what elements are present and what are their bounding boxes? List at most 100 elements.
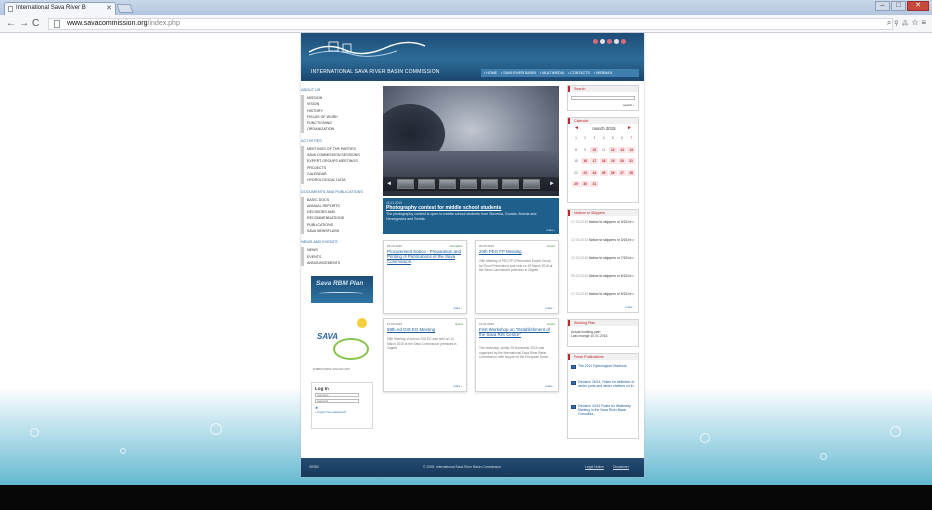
calendar-day[interactable]: 4 xyxy=(600,135,608,141)
calendar-day[interactable]: 26 xyxy=(608,169,617,176)
password-input[interactable]: password xyxy=(315,399,359,403)
calendar-day[interactable]: 13 xyxy=(618,146,626,153)
card-more-link[interactable]: more › xyxy=(545,306,554,310)
slider-next-icon[interactable]: ► xyxy=(549,181,555,187)
nav-sava-river-basin[interactable]: • SAVA RIVER BASIN xyxy=(501,71,536,75)
calendar-day[interactable]: 17 xyxy=(590,158,599,164)
notice-item[interactable]: 09.03.2015 Notice to skippers nr 6/15-hr… xyxy=(571,274,637,278)
calendar-day[interactable]: 31 xyxy=(590,181,599,187)
calendar-day[interactable]: 23 xyxy=(581,169,590,176)
slide-thumbnail[interactable] xyxy=(481,179,498,189)
publication-item[interactable]: The 2011 Hydrological Yearbook xyxy=(571,364,637,369)
slide-thumbnail[interactable] xyxy=(418,179,435,189)
card-title[interactable]: 59th Ad GIS EG Meeting xyxy=(387,327,463,333)
menu-item[interactable]: HYDROLOGICAL DATA xyxy=(307,177,380,183)
window-close-icon[interactable]: ✕ xyxy=(907,1,929,11)
reload-icon[interactable]: C xyxy=(32,18,39,29)
menu-icon[interactable]: ≡ xyxy=(921,18,929,27)
notice-item[interactable]: 10.03.2015 Notice to skippers nr 7/15-hr… xyxy=(571,256,637,260)
working-plan-title: Working Plan xyxy=(568,320,638,326)
calendar-day[interactable]: 9 xyxy=(581,147,589,153)
legal-notice-link[interactable]: Legal Notice xyxy=(585,465,604,469)
sava-logo-icon[interactable] xyxy=(307,38,427,60)
calendar-day[interactable]: 11 xyxy=(600,147,608,153)
nav-multimedia[interactable]: • MULTIMEDIA xyxy=(540,71,564,75)
card-more-link[interactable]: more › xyxy=(545,384,554,388)
menu-item[interactable]: ANNOUNCEMENTS xyxy=(307,260,380,266)
notices-more-link[interactable]: more › xyxy=(625,305,634,309)
card-more-link[interactable]: more › xyxy=(453,384,462,388)
notice-item[interactable]: 17.03.2015 Notice to skippers nr 3/15-hr… xyxy=(571,220,637,224)
calendar-day[interactable]: 16 xyxy=(581,158,590,164)
slide-thumbnail[interactable] xyxy=(397,179,414,189)
publication-item[interactable]: Decision 43/14 Rules for Waterway Markin… xyxy=(571,404,637,417)
flag-icon[interactable] xyxy=(621,39,626,44)
sava-day-banner[interactable]: SAVA INTERNATIONAL SAVA DAY 2015 xyxy=(311,310,373,378)
working-plan-text[interactable]: Actual working plan Last change 10.01.20… xyxy=(571,330,637,339)
notice-item[interactable]: 17.03.2015 Notice to skippers nr 5/15-hr… xyxy=(571,292,637,296)
nav-webmail[interactable]: • WEBMAIL xyxy=(594,71,613,75)
close-tab-icon[interactable]: ✕ xyxy=(106,3,112,14)
maximize-icon[interactable]: □ xyxy=(891,1,906,11)
calendar-day[interactable]: 20 xyxy=(618,158,626,164)
translate-icon[interactable]: ⁂ xyxy=(901,18,911,27)
menu-item[interactable]: ORGANIZATION xyxy=(307,126,380,132)
calendar-day[interactable]: 22 xyxy=(572,170,580,176)
card-title[interactable]: 20th PEG FP Meeting xyxy=(479,249,555,255)
calendar-day[interactable]: 12 xyxy=(608,146,617,153)
calendar-day[interactable]: 14 xyxy=(627,146,636,153)
bookmark-star-icon[interactable]: ☆ xyxy=(912,18,922,27)
new-tab-button[interactable] xyxy=(116,4,134,13)
search-input[interactable] xyxy=(571,96,635,100)
card-title[interactable]: Procurement Notice - Preparation and Pri… xyxy=(387,249,463,264)
slide-thumbnail[interactable] xyxy=(502,179,519,189)
flag-icon[interactable] xyxy=(600,39,605,44)
slide-thumbnail[interactable] xyxy=(439,179,456,189)
calendar-day[interactable]: 3 xyxy=(590,135,598,141)
calendar-day[interactable]: 29 xyxy=(572,181,580,187)
calendar-day[interactable]: 7 xyxy=(627,135,635,141)
next-month-icon[interactable]: ► xyxy=(627,125,632,131)
calendar-day[interactable]: 24 xyxy=(590,169,599,176)
slider-prev-icon[interactable]: ◄ xyxy=(386,181,392,187)
calendar-day[interactable]: 28 xyxy=(627,169,636,176)
calendar-day[interactable]: 10 xyxy=(590,146,599,153)
publication-item[interactable]: Decision 26/14, Rules for definition of … xyxy=(571,380,637,388)
disclaimer-link[interactable]: Disclaimer xyxy=(613,465,629,469)
username-input[interactable]: username xyxy=(315,393,359,397)
slide-thumbnail[interactable] xyxy=(460,179,477,189)
forward-icon[interactable]: → xyxy=(19,18,29,29)
flag-icon[interactable] xyxy=(593,39,598,44)
calendar-day[interactable]: 18 xyxy=(599,158,608,164)
flag-icon[interactable] xyxy=(614,39,619,44)
calendar-day[interactable]: 30 xyxy=(581,181,590,187)
address-bar[interactable]: www.savacommission.org/index.php xyxy=(48,18,893,30)
calendar-day[interactable]: 21 xyxy=(627,158,636,164)
calendar-day[interactable]: 1 xyxy=(572,135,580,141)
back-icon[interactable]: ← xyxy=(6,18,16,29)
calendar-day[interactable]: 27 xyxy=(618,169,626,176)
calendar-day[interactable]: 5 xyxy=(609,135,617,141)
forgot-password-link[interactable]: » Forgot Your password? xyxy=(315,410,369,414)
rbm-plan-banner[interactable]: Sava RBM Plan xyxy=(311,276,373,303)
calendar-day[interactable]: 25 xyxy=(599,169,608,176)
calendar-day[interactable]: 2 xyxy=(581,135,589,141)
footer-copyright: © 2008, International Sava River Basin C… xyxy=(423,465,502,469)
browser-tab[interactable]: International Sava River B ✕ xyxy=(4,2,116,15)
calendar-day[interactable]: 19 xyxy=(608,158,617,164)
card-more-link[interactable]: more › xyxy=(453,306,462,310)
flag-icon[interactable] xyxy=(607,39,612,44)
nav-home[interactable]: • HOME xyxy=(484,71,497,75)
slide-thumbnail[interactable] xyxy=(523,179,540,189)
nav-contacts[interactable]: • CONTACTS xyxy=(568,71,590,75)
minimize-icon[interactable]: – xyxy=(875,1,890,11)
search-button[interactable]: search › xyxy=(623,103,634,107)
notice-item[interactable]: 12.03.2015 Notice to skippers nr 3/15-hr… xyxy=(571,238,637,242)
feature-title[interactable]: Photography contest for middle school st… xyxy=(386,205,556,211)
feature-more-link[interactable]: more › xyxy=(546,228,555,232)
menu-item[interactable]: SAVA NEWSFLASH xyxy=(307,228,380,234)
card-title[interactable]: First Workshop on "Establishment of the … xyxy=(479,327,555,338)
calendar-day[interactable]: 8 xyxy=(572,147,580,153)
calendar-day[interactable]: 15 xyxy=(572,158,580,164)
calendar-day[interactable]: 6 xyxy=(618,135,626,141)
